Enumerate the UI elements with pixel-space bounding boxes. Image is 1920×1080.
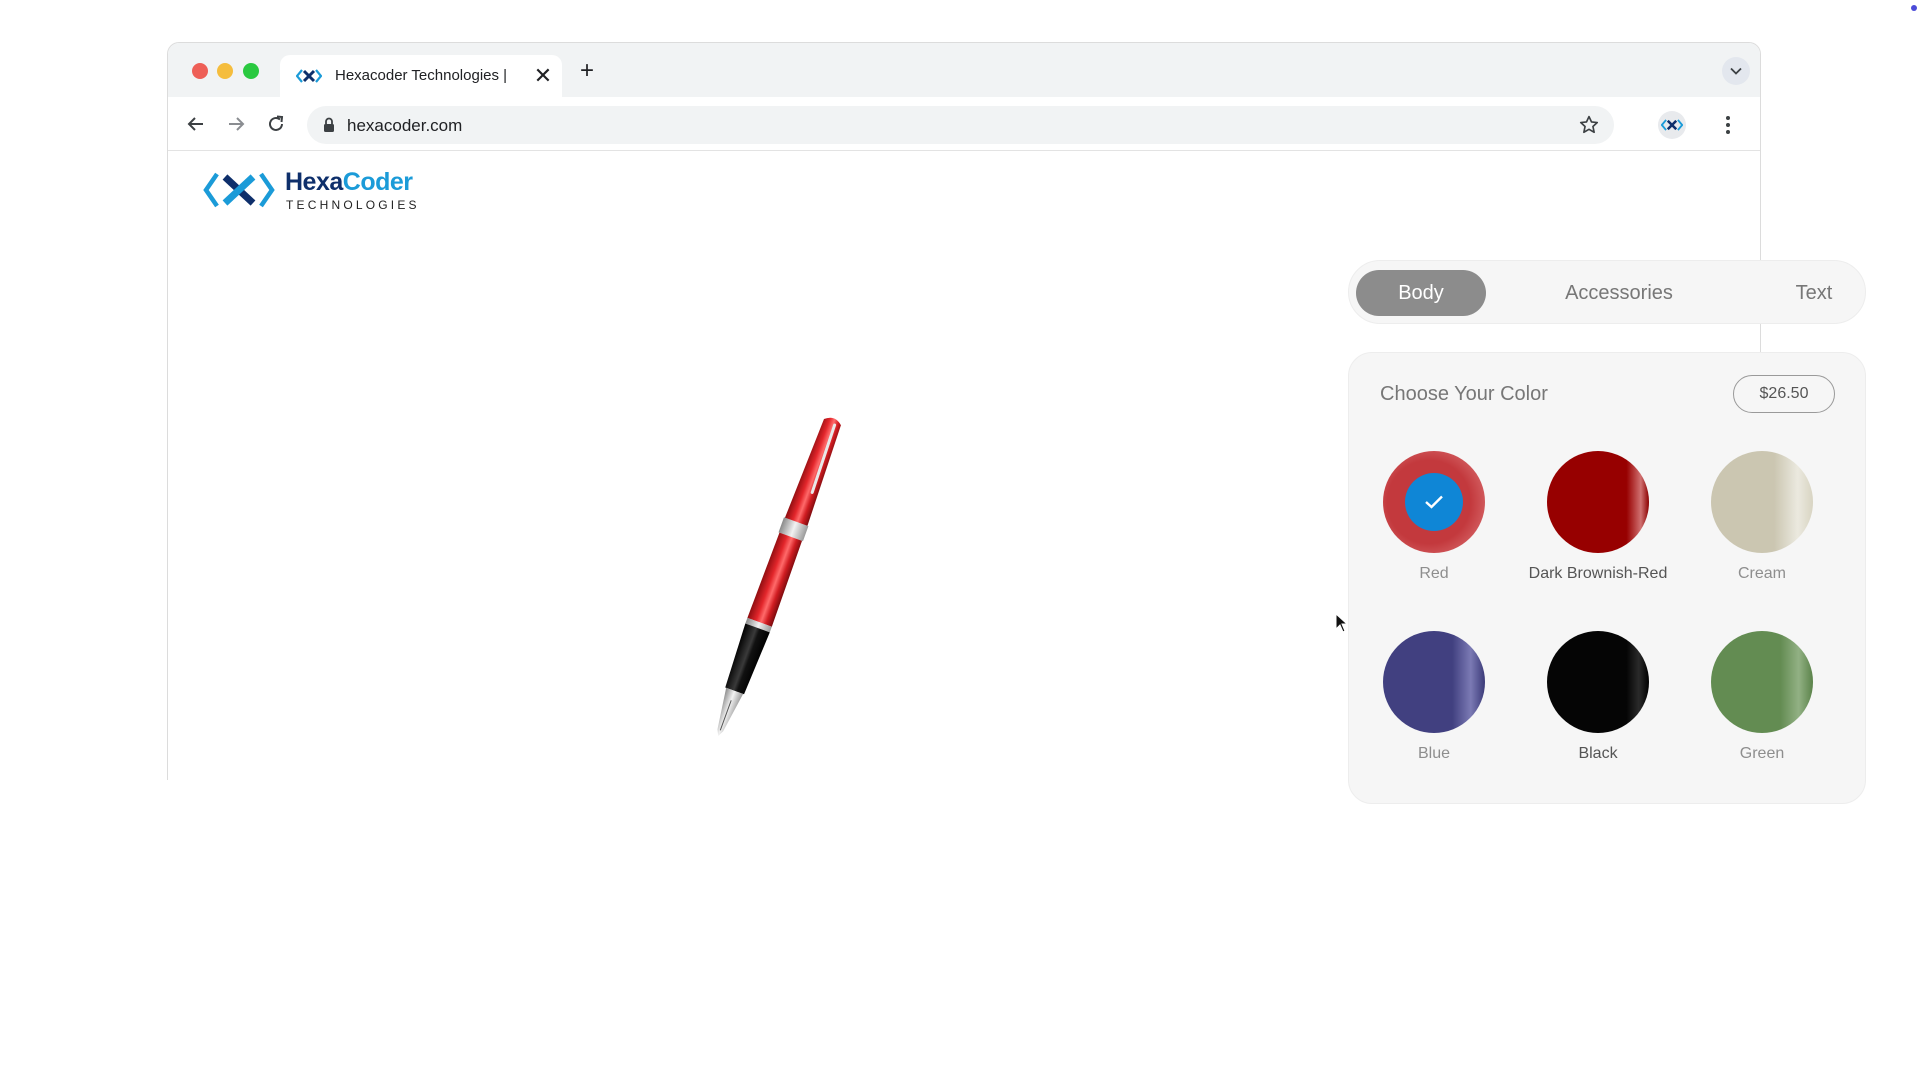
address-bar[interactable]: hexacoder.com: [307, 106, 1614, 144]
customizer-tabs: Body Accessories Text: [1348, 260, 1866, 324]
chevron-down-icon: [1730, 67, 1742, 75]
selected-badge: [1405, 473, 1463, 531]
color-swatch-cream[interactable]: Cream: [1692, 451, 1832, 591]
swatch-label: Red: [1419, 565, 1449, 582]
tab-text[interactable]: Text: [1769, 270, 1859, 316]
color-swatch-red[interactable]: Red: [1364, 451, 1504, 591]
swatch-label: Green: [1739, 745, 1785, 762]
swatch-circle[interactable]: [1711, 451, 1813, 553]
forward-button[interactable]: [224, 112, 248, 136]
swatch-circle[interactable]: [1711, 631, 1813, 733]
tab-accessories[interactable]: Accessories: [1529, 270, 1709, 316]
back-button[interactable]: [184, 112, 208, 136]
swatch-label: Black: [1578, 745, 1618, 762]
close-window-button[interactable]: [192, 63, 208, 79]
logo-word-coder: Coder: [342, 168, 413, 196]
site-logo[interactable]: HexaCoder TECHNOLOGIES: [203, 168, 417, 212]
mouse-cursor-icon: [1335, 613, 1349, 633]
arrow-left-icon: [187, 117, 203, 131]
arrow-right-icon: [229, 117, 245, 131]
color-swatch-blue[interactable]: Blue: [1364, 631, 1504, 771]
swatch-circle[interactable]: [1547, 451, 1649, 553]
swatch-circle[interactable]: [1547, 631, 1649, 733]
url-text: hexacoder.com: [347, 116, 463, 135]
tab-list-button[interactable]: [1722, 57, 1750, 85]
swatch-label: Dark Brownish-Red: [1528, 565, 1668, 582]
pen-preview-image: [717, 417, 841, 736]
color-swatch-green[interactable]: Green: [1692, 631, 1832, 771]
extension-button[interactable]: [1658, 111, 1686, 139]
logo-wordmark: HexaCoder: [285, 168, 413, 197]
minimize-window-button[interactable]: [217, 63, 233, 79]
panel-title: Choose Your Color: [1380, 383, 1548, 405]
price-badge: $26.50: [1733, 375, 1835, 413]
reload-icon: [269, 115, 284, 131]
swatch-label: Cream: [1737, 565, 1786, 582]
tab-strip: Hexacoder Technologies | ✕ +: [168, 43, 1760, 97]
hexacoder-logo-icon: [203, 172, 275, 208]
hexacoder-favicon-icon: [296, 69, 322, 83]
logo-word-hexa: Hexa: [285, 168, 343, 196]
tab-close-icon[interactable]: ✕: [532, 65, 554, 87]
browser-tab[interactable]: Hexacoder Technologies | ✕: [280, 55, 562, 97]
color-swatch-dark-brownish-red[interactable]: Dark Brownish-Red: [1528, 451, 1668, 591]
kebab-menu-icon[interactable]: [1720, 111, 1736, 139]
check-icon: [1425, 495, 1443, 509]
browser-toolbar: hexacoder.com: [168, 97, 1760, 151]
lock-icon: [324, 117, 334, 132]
color-panel: Choose Your Color $26.50 Red Dark Browni…: [1348, 352, 1866, 804]
logo-subtitle: TECHNOLOGIES: [286, 198, 420, 212]
hexacoder-logo-icon: [1661, 119, 1683, 131]
swatch-circle[interactable]: [1383, 631, 1485, 733]
reload-button[interactable]: [264, 112, 288, 136]
maximize-window-button[interactable]: [243, 63, 259, 79]
star-icon[interactable]: [1578, 114, 1600, 136]
tab-body[interactable]: Body: [1356, 270, 1486, 316]
color-swatch-black[interactable]: Black: [1528, 631, 1668, 771]
tab-title: Hexacoder Technologies |: [335, 67, 508, 84]
swatch-circle[interactable]: [1383, 451, 1485, 553]
status-dot: [1911, 5, 1917, 11]
new-tab-button[interactable]: +: [575, 59, 599, 83]
swatch-label: Blue: [1417, 745, 1451, 762]
